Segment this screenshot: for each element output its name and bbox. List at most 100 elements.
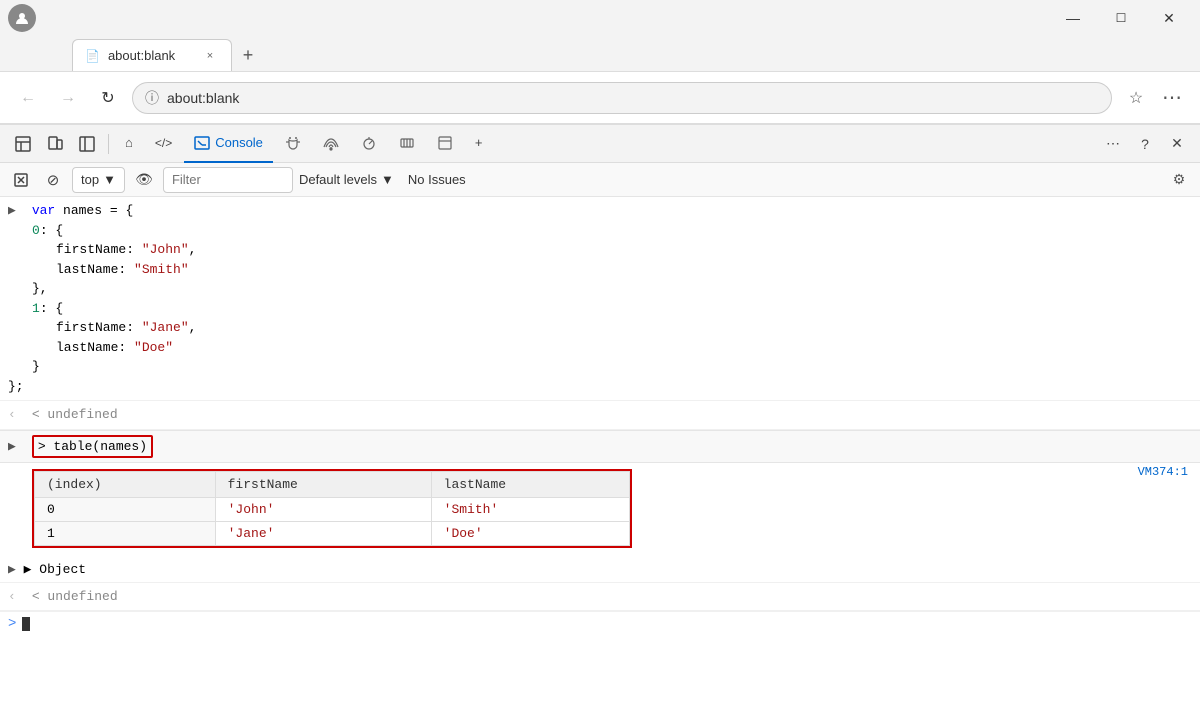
code-line-1: ▶ var names = { bbox=[8, 201, 1192, 221]
console-filter-input[interactable] bbox=[163, 167, 293, 193]
profile-icon[interactable] bbox=[8, 4, 36, 32]
address-bar-actions: ☆ ⋯ bbox=[1120, 82, 1188, 114]
code-block: 0: { firstName: "John", lastName: "Smith… bbox=[32, 221, 1192, 377]
title-bar-right: — ☐ ✕ bbox=[1050, 2, 1192, 34]
undefined-arrow-2: ‹ bbox=[8, 587, 20, 607]
cell-index-1: 1 bbox=[35, 522, 216, 546]
new-tab-button[interactable]: + bbox=[232, 39, 264, 71]
url-bar[interactable]: ⓘ about:blank bbox=[132, 82, 1112, 114]
no-issues-label: No Issues bbox=[408, 172, 466, 187]
tab-more-plus[interactable]: + bbox=[465, 125, 493, 163]
table-command-text: > table(names) bbox=[38, 439, 147, 454]
console-table-wrapper: (index) firstName lastName 0 'John' 'Smi… bbox=[32, 469, 632, 548]
context-dropdown-arrow: ▼ bbox=[103, 172, 116, 187]
more-button[interactable]: ⋯ bbox=[1156, 82, 1188, 114]
inspect-element-button[interactable] bbox=[8, 130, 38, 158]
tab-source[interactable]: </> bbox=[145, 125, 182, 163]
code-line-9: } bbox=[32, 357, 1192, 377]
table-row: 0 'John' 'Smith' bbox=[35, 498, 630, 522]
back-button[interactable]: ← bbox=[12, 82, 44, 114]
code-line-3: firstName: "John", bbox=[56, 240, 1192, 260]
var-declaration-entry: ▶ var names = { 0: { firstName: "John", … bbox=[0, 197, 1200, 401]
undefined-text-1: < undefined bbox=[32, 407, 118, 422]
browser-tab[interactable]: 📄 about:blank × bbox=[72, 39, 232, 71]
col-header-lastname: lastName bbox=[431, 472, 629, 498]
tab-home[interactable]: ⌂ bbox=[115, 125, 143, 163]
console-input-line[interactable]: > bbox=[0, 611, 1200, 636]
table-arrow[interactable]: ▶ bbox=[8, 437, 20, 457]
devtools-more-button[interactable]: ⋯ bbox=[1098, 130, 1128, 158]
expand-arrow-1[interactable]: ▶ bbox=[8, 201, 20, 221]
url-text: about:blank bbox=[167, 90, 239, 106]
tab-console[interactable]: Console bbox=[184, 125, 273, 163]
devtools-close-button[interactable]: ✕ bbox=[1162, 130, 1192, 158]
table-command-entry: ▶ > table(names) bbox=[0, 430, 1200, 464]
title-bar: — ☐ ✕ bbox=[0, 0, 1200, 36]
clear-console-button[interactable] bbox=[8, 167, 34, 193]
filter-toggle-button[interactable]: ⊘ bbox=[40, 167, 66, 193]
context-label: top bbox=[81, 172, 99, 187]
context-selector[interactable]: top ▼ bbox=[72, 167, 125, 193]
cell-lastname-0: 'Smith' bbox=[431, 498, 629, 522]
col-header-index: (index) bbox=[35, 472, 216, 498]
tab-performance[interactable] bbox=[351, 125, 387, 163]
cell-firstname-0: 'John' bbox=[215, 498, 431, 522]
favorites-button[interactable]: ☆ bbox=[1120, 82, 1152, 114]
devtools-right-actions: ⋯ ? ✕ bbox=[1098, 130, 1192, 158]
url-info-icon: ⓘ bbox=[145, 88, 159, 108]
tab-label: about:blank bbox=[108, 48, 175, 63]
code-line-6: 1: { bbox=[32, 299, 1192, 319]
table-output-container: VM374:1 (index) firstName lastName 0 'Jo… bbox=[0, 463, 1200, 558]
console-tab-label: Console bbox=[215, 135, 263, 150]
tab-application[interactable] bbox=[427, 125, 463, 163]
code-line-7: firstName: "Jane", bbox=[56, 318, 1192, 338]
object-label: ▶ Object bbox=[24, 562, 86, 577]
title-bar-left bbox=[8, 4, 36, 32]
maximize-button[interactable]: ☐ bbox=[1098, 2, 1144, 34]
tab-network[interactable] bbox=[313, 125, 349, 163]
eye-button[interactable]: 👁 bbox=[131, 167, 157, 193]
cell-lastname-1: 'Doe' bbox=[431, 522, 629, 546]
code-line-2: 0: { bbox=[32, 221, 1192, 241]
devtools-panel: ⌂ </> Console bbox=[0, 124, 1200, 714]
console-prompt: > bbox=[8, 616, 16, 632]
tab-close-button[interactable]: × bbox=[201, 47, 219, 65]
cell-firstname-1: 'Jane' bbox=[215, 522, 431, 546]
devtools-help-button[interactable]: ? bbox=[1130, 130, 1160, 158]
code-line-5: }, bbox=[32, 279, 1192, 299]
code-line-8: lastName: "Doe" bbox=[56, 338, 1192, 358]
object-entry: ▶ ▶ Object bbox=[0, 558, 1200, 583]
console-settings-button[interactable]: ⚙ bbox=[1166, 167, 1192, 193]
console-toolbar: ⊘ top ▼ 👁 Default levels ▼ No Issues ⚙ bbox=[0, 163, 1200, 197]
code-line-10: }; bbox=[8, 377, 1192, 397]
console-table: (index) firstName lastName 0 'John' 'Smi… bbox=[34, 471, 630, 546]
tab-bar: 📄 about:blank × + bbox=[0, 36, 1200, 72]
window-close-button[interactable]: ✕ bbox=[1146, 2, 1192, 34]
tab-icon: 📄 bbox=[85, 49, 100, 63]
toolbar-separator-1 bbox=[108, 134, 109, 154]
toggle-sidebar-button[interactable] bbox=[72, 130, 102, 158]
tab-memory[interactable] bbox=[389, 125, 425, 163]
levels-arrow: ▼ bbox=[381, 172, 394, 187]
undefined-entry-2: ‹ < undefined bbox=[0, 583, 1200, 612]
refresh-button[interactable]: ↻ bbox=[92, 82, 124, 114]
minimize-button[interactable]: — bbox=[1050, 2, 1096, 34]
forward-button[interactable]: → bbox=[52, 82, 84, 114]
console-output: ▶ var names = { 0: { firstName: "John", … bbox=[0, 197, 1200, 714]
code-line-4: lastName: "Smith" bbox=[56, 260, 1192, 280]
device-emulation-button[interactable] bbox=[40, 130, 70, 158]
table-row: 1 'Jane' 'Doe' bbox=[35, 522, 630, 546]
undefined-arrow-1: ‹ bbox=[8, 405, 20, 425]
vm-ref: VM374:1 bbox=[1138, 465, 1188, 479]
devtools-toolbar: ⌂ </> Console bbox=[0, 125, 1200, 163]
cell-index-0: 0 bbox=[35, 498, 216, 522]
tab-debugger[interactable] bbox=[275, 125, 311, 163]
default-levels-selector[interactable]: Default levels ▼ bbox=[299, 172, 394, 187]
table-header-row: (index) firstName lastName bbox=[35, 472, 630, 498]
default-levels-label: Default levels bbox=[299, 172, 377, 187]
object-expand-arrow[interactable]: ▶ bbox=[8, 562, 16, 577]
console-cursor bbox=[22, 617, 30, 631]
undefined-entry-1: ‹ < undefined bbox=[0, 401, 1200, 430]
undefined-text-2: < undefined bbox=[32, 589, 118, 604]
col-header-firstname: firstName bbox=[215, 472, 431, 498]
